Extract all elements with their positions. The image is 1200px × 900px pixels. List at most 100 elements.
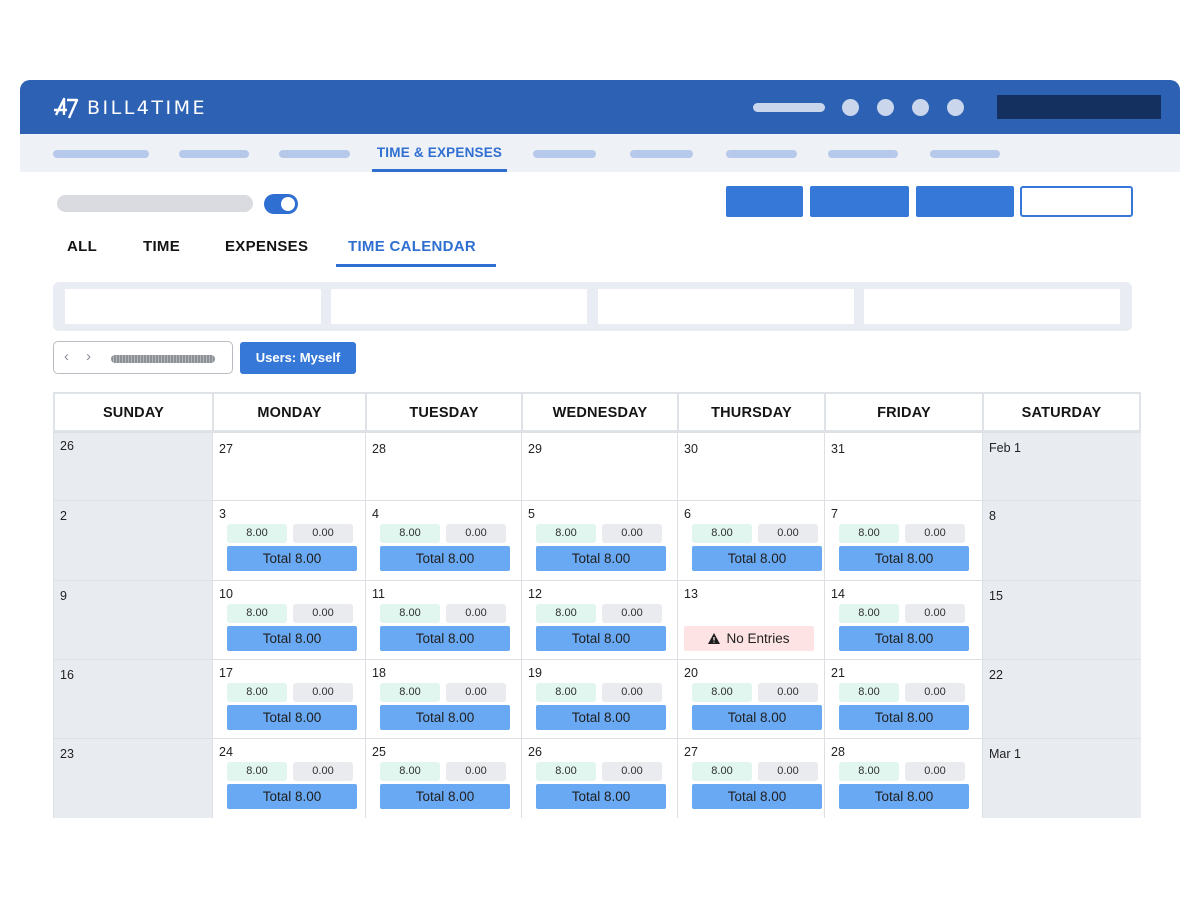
hours-chip[interactable]: 8.00 — [839, 604, 899, 623]
hours-chip[interactable]: 8.00 — [839, 524, 899, 543]
calendar-day-cell[interactable]: 12 8.00 0.00 Total 8.00 — [521, 580, 677, 659]
total-button[interactable]: Total 8.00 — [536, 546, 666, 571]
expenses-chip[interactable]: 0.00 — [758, 762, 818, 781]
expenses-chip[interactable]: 0.00 — [446, 604, 506, 623]
expenses-chip[interactable]: 0.00 — [293, 683, 353, 702]
tab-time-calendar[interactable]: TIME CALENDAR — [348, 238, 476, 255]
total-button[interactable]: Total 8.00 — [536, 784, 666, 809]
hours-chip[interactable]: 8.00 — [227, 683, 287, 702]
view-toggle[interactable] — [264, 194, 298, 214]
calendar-day-cell[interactable]: 30 — [677, 432, 824, 500]
expenses-chip[interactable]: 0.00 — [602, 524, 662, 543]
calendar-day-cell[interactable]: Mar 1 — [982, 738, 1141, 818]
expenses-chip[interactable]: 0.00 — [293, 524, 353, 543]
calendar-day-cell[interactable]: 9 — [53, 580, 212, 659]
hours-chip[interactable]: 8.00 — [536, 524, 596, 543]
calendar-day-cell[interactable]: 25 8.00 0.00 Total 8.00 — [365, 738, 521, 818]
total-button[interactable]: Total 8.00 — [227, 705, 357, 730]
chevron-right-icon[interactable]: › — [86, 348, 91, 366]
total-button[interactable]: Total 8.00 — [536, 626, 666, 651]
expenses-chip[interactable]: 0.00 — [905, 604, 965, 623]
calendar-day-cell[interactable]: 27 — [212, 432, 365, 500]
expenses-chip[interactable]: 0.00 — [905, 762, 965, 781]
expenses-chip[interactable]: 0.00 — [758, 683, 818, 702]
total-button[interactable]: Total 8.00 — [380, 705, 510, 730]
hours-chip[interactable]: 8.00 — [227, 762, 287, 781]
calendar-day-cell[interactable]: 11 8.00 0.00 Total 8.00 — [365, 580, 521, 659]
nav-item-placeholder[interactable] — [630, 150, 693, 158]
calendar-day-cell[interactable]: 3 8.00 0.00 Total 8.00 — [212, 500, 365, 580]
hours-chip[interactable]: 8.00 — [536, 762, 596, 781]
total-button[interactable]: Total 8.00 — [839, 546, 969, 571]
total-button[interactable]: Total 8.00 — [839, 626, 969, 651]
calendar-day-cell[interactable]: 24 8.00 0.00 Total 8.00 — [212, 738, 365, 818]
calendar-day-cell[interactable]: 13 No Entries — [677, 580, 824, 659]
top-bar-icon[interactable] — [877, 99, 894, 116]
total-button[interactable]: Total 8.00 — [227, 546, 357, 571]
expenses-chip[interactable]: 0.00 — [602, 762, 662, 781]
top-bar-icon[interactable] — [947, 99, 964, 116]
expenses-chip[interactable]: 0.00 — [602, 683, 662, 702]
total-button[interactable]: Total 8.00 — [227, 784, 357, 809]
calendar-day-cell[interactable]: 26 — [53, 432, 212, 500]
hours-chip[interactable]: 8.00 — [380, 683, 440, 702]
calendar-day-cell[interactable]: 18 8.00 0.00 Total 8.00 — [365, 659, 521, 738]
nav-item-placeholder[interactable] — [179, 150, 249, 158]
total-button[interactable]: Total 8.00 — [692, 705, 822, 730]
total-button[interactable]: Total 8.00 — [227, 626, 357, 651]
hours-chip[interactable]: 8.00 — [692, 683, 752, 702]
logo[interactable]: BILL4TIME — [53, 95, 207, 121]
hours-chip[interactable]: 8.00 — [692, 762, 752, 781]
total-button[interactable]: Total 8.00 — [380, 546, 510, 571]
calendar-day-cell[interactable]: 29 — [521, 432, 677, 500]
tab-all[interactable]: ALL — [67, 238, 97, 255]
nav-item-placeholder[interactable] — [726, 150, 797, 158]
expenses-chip[interactable]: 0.00 — [446, 524, 506, 543]
hours-chip[interactable]: 8.00 — [536, 604, 596, 623]
hours-chip[interactable]: 8.00 — [380, 762, 440, 781]
calendar-day-cell[interactable]: 28 — [365, 432, 521, 500]
expenses-chip[interactable]: 0.00 — [905, 683, 965, 702]
top-bar-icon[interactable] — [912, 99, 929, 116]
nav-item-placeholder[interactable] — [828, 150, 898, 158]
hours-chip[interactable]: 8.00 — [380, 604, 440, 623]
no-entries-badge[interactable]: No Entries — [684, 626, 814, 651]
expenses-chip[interactable]: 0.00 — [446, 762, 506, 781]
total-button[interactable]: Total 8.00 — [536, 705, 666, 730]
tab-time[interactable]: TIME — [143, 238, 180, 255]
expenses-chip[interactable]: 0.00 — [446, 683, 506, 702]
calendar-day-cell[interactable]: 23 — [53, 738, 212, 818]
calendar-day-cell[interactable]: 4 8.00 0.00 Total 8.00 — [365, 500, 521, 580]
nav-item-placeholder[interactable] — [533, 150, 596, 158]
calendar-day-cell[interactable]: 5 8.00 0.00 Total 8.00 — [521, 500, 677, 580]
hours-chip[interactable]: 8.00 — [380, 524, 440, 543]
calendar-day-cell[interactable]: 31 — [824, 432, 982, 500]
calendar-day-cell[interactable]: 26 8.00 0.00 Total 8.00 — [521, 738, 677, 818]
action-button[interactable] — [726, 186, 803, 217]
hours-chip[interactable]: 8.00 — [692, 524, 752, 543]
hours-chip[interactable]: 8.00 — [536, 683, 596, 702]
calendar-day-cell[interactable]: 27 8.00 0.00 Total 8.00 — [677, 738, 824, 818]
top-bar-icon[interactable] — [842, 99, 859, 116]
action-button[interactable] — [810, 186, 909, 217]
calendar-day-cell[interactable]: 14 8.00 0.00 Total 8.00 — [824, 580, 982, 659]
calendar-day-cell[interactable]: 2 — [53, 500, 212, 580]
total-button[interactable]: Total 8.00 — [380, 784, 510, 809]
calendar-day-cell[interactable]: 7 8.00 0.00 Total 8.00 — [824, 500, 982, 580]
calendar-day-cell[interactable]: 10 8.00 0.00 Total 8.00 — [212, 580, 365, 659]
calendar-day-cell[interactable]: 22 — [982, 659, 1141, 738]
calendar-day-cell[interactable]: 16 — [53, 659, 212, 738]
calendar-day-cell[interactable]: 6 8.00 0.00 Total 8.00 — [677, 500, 824, 580]
calendar-day-cell[interactable]: 19 8.00 0.00 Total 8.00 — [521, 659, 677, 738]
expenses-chip[interactable]: 0.00 — [602, 604, 662, 623]
nav-item-placeholder[interactable] — [53, 150, 149, 158]
nav-item-time-expenses[interactable]: TIME & EXPENSES — [372, 134, 507, 172]
total-button[interactable]: Total 8.00 — [692, 546, 822, 571]
total-button[interactable]: Total 8.00 — [839, 705, 969, 730]
top-search-box[interactable] — [997, 95, 1161, 119]
nav-item-placeholder[interactable] — [279, 150, 350, 158]
total-button[interactable]: Total 8.00 — [380, 626, 510, 651]
chevron-left-icon[interactable]: ‹ — [64, 348, 69, 366]
nav-item-placeholder[interactable] — [930, 150, 1000, 158]
calendar-day-cell[interactable]: Feb 1 — [982, 432, 1141, 500]
